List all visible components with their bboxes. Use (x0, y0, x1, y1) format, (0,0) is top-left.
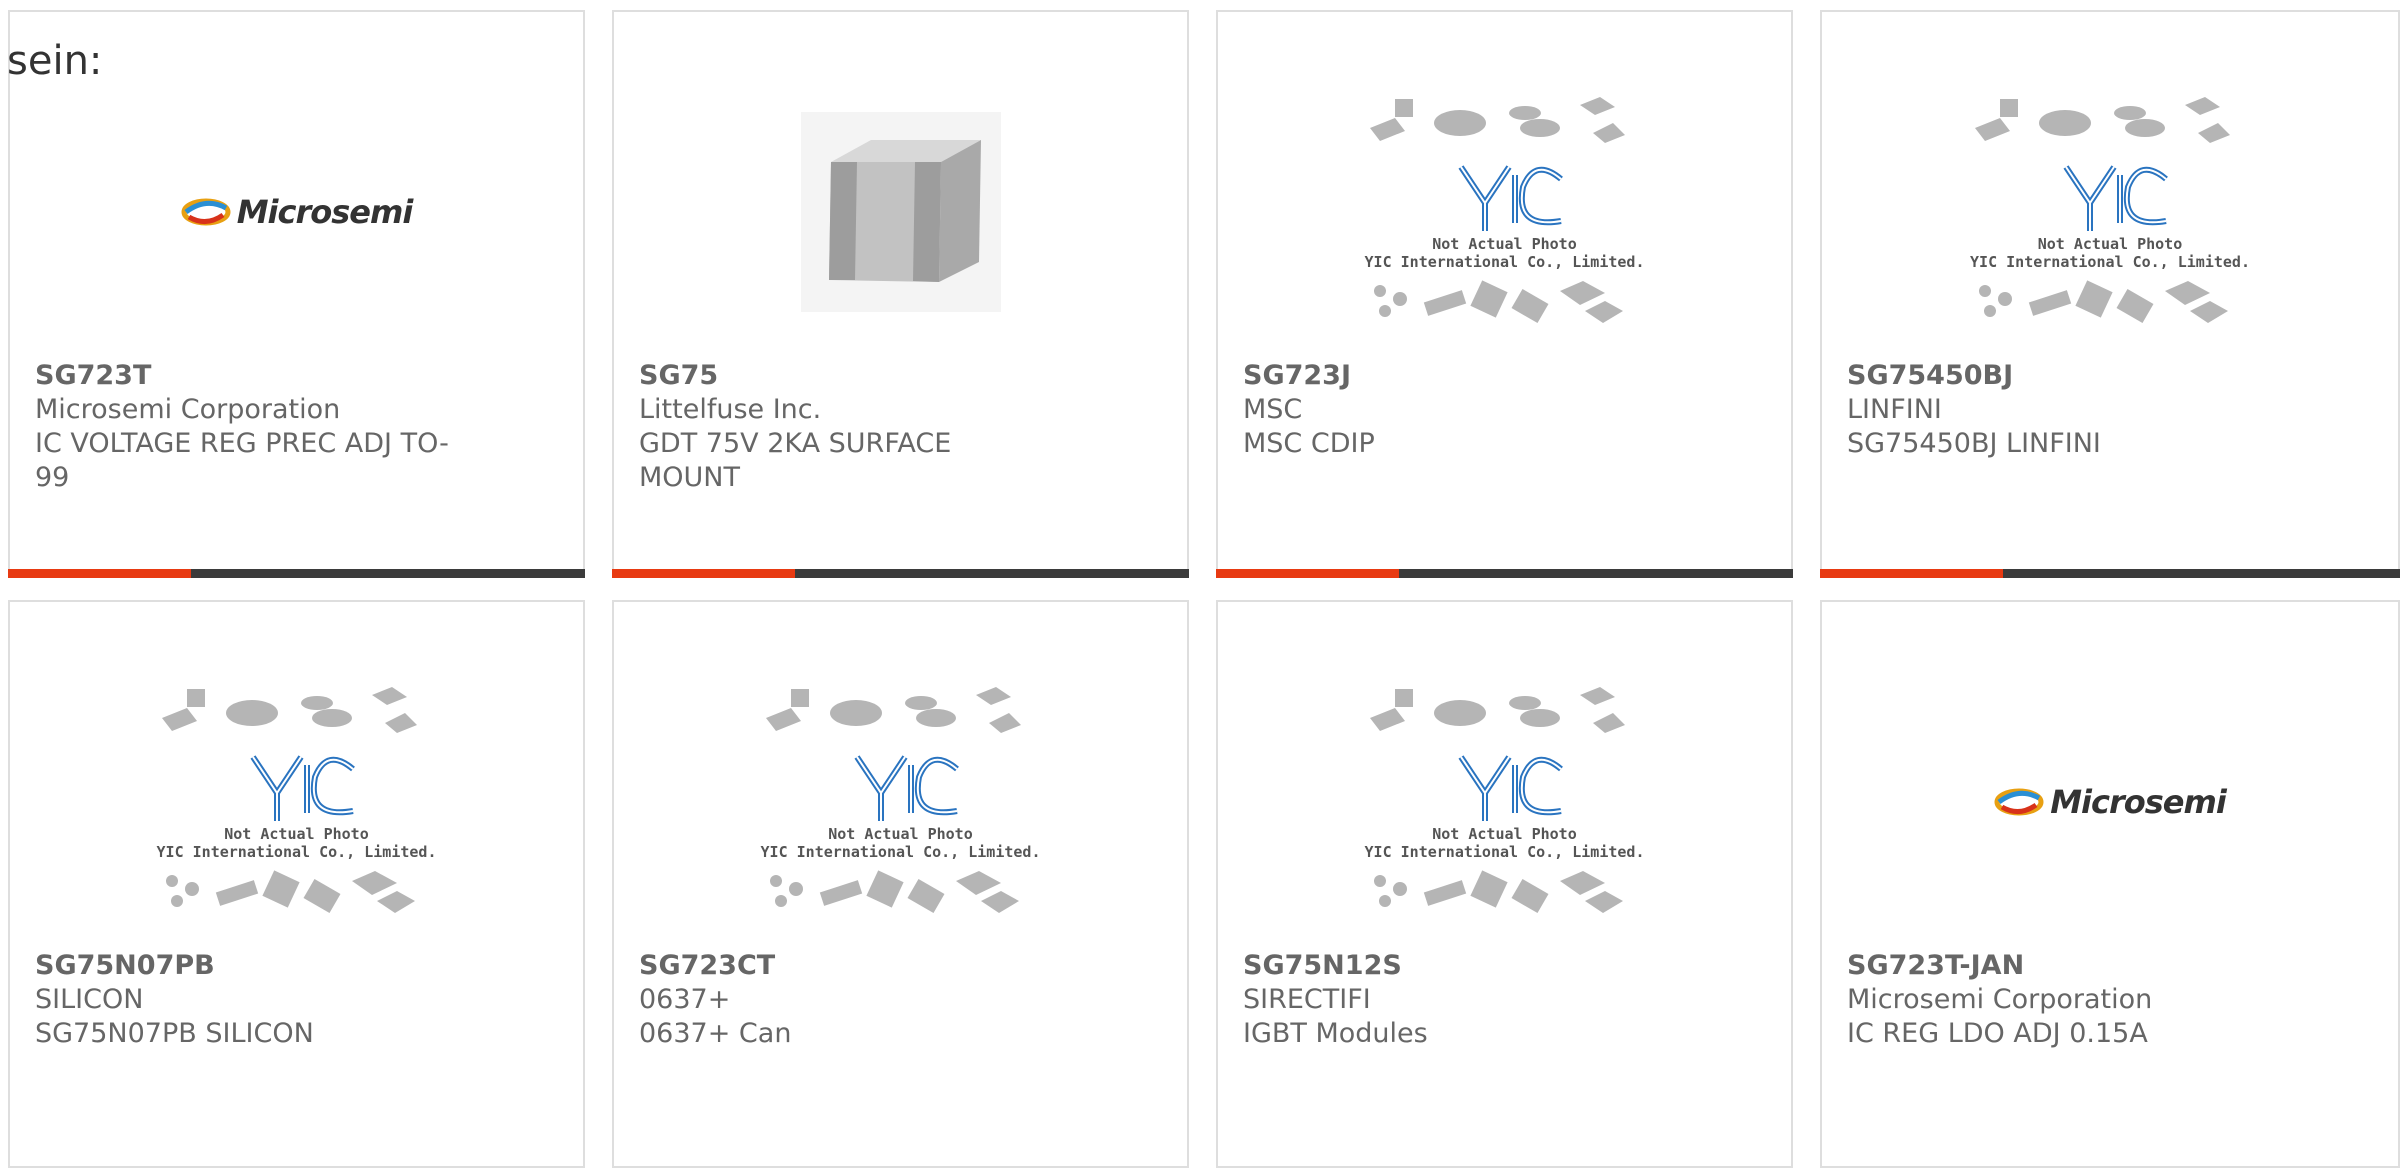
part-number[interactable]: SG75N12S (1243, 949, 1663, 983)
product-image[interactable]: Not Actual Photo YIC International Co., L… (1822, 72, 2398, 352)
manufacturer: SILICON (35, 984, 144, 1015)
product-image[interactable]: Not Actual Photo YIC International Co., L… (1218, 662, 1791, 942)
part-number[interactable]: SG723J (1243, 359, 1663, 393)
part-description: MSC CDIP (1243, 428, 1375, 459)
part-description: 0637+ Can (639, 1018, 792, 1049)
part-description: IC REG LDO ADJ 0.15A (1847, 1018, 2148, 1049)
manufacturer: Microsemi Corporation (1847, 984, 2153, 1015)
part-number[interactable]: SG723T (35, 359, 455, 393)
product-image[interactable]: Microsemi (10, 72, 583, 352)
manufacturer: 0637+ (639, 984, 731, 1015)
part-description: SG75450BJ LINFINI (1847, 428, 2101, 459)
microsemi-logo: Microsemi (1994, 783, 2227, 821)
card-underline (612, 569, 1189, 578)
card-underline (1820, 569, 2400, 578)
card-underline (1216, 569, 1793, 578)
gdt-component-icon (800, 112, 1001, 312)
part-number[interactable]: SG75450BJ (1847, 359, 2267, 393)
product-card[interactable]: SG75 Littelfuse Inc. GDT 75V 2KA SURFACE… (612, 10, 1189, 578)
product-card[interactable]: Not Actual Photo YIC International Co., L… (1820, 10, 2400, 578)
product-card[interactable]: Not Actual Photo YIC International Co., L… (8, 600, 585, 1168)
product-image[interactable] (614, 72, 1187, 352)
yic-placeholder-image: Not Actual Photo YIC International Co., L… (157, 683, 436, 921)
yic-placeholder-image: Not Actual Photo YIC International Co., L… (1365, 93, 1644, 331)
product-image[interactable]: Not Actual Photo YIC International Co., L… (10, 662, 583, 942)
product-image[interactable]: Microsemi (1822, 662, 2398, 942)
card-underline (8, 569, 585, 578)
product-card[interactable]: Not Actual Photo YIC International Co., L… (612, 600, 1189, 1168)
yic-placeholder-image: Not Actual Photo YIC International Co., L… (761, 683, 1040, 921)
manufacturer: LINFINI (1847, 394, 1942, 425)
product-grid: Microsemi SG723T Microsemi Corporation I… (0, 0, 2400, 1168)
part-number[interactable]: SG75 (639, 359, 1059, 393)
yic-placeholder-image: Not Actual Photo YIC International Co., L… (1970, 93, 2250, 331)
product-image[interactable]: Not Actual Photo YIC International Co., L… (1218, 72, 1791, 352)
yic-placeholder-image: Not Actual Photo YIC International Co., L… (1365, 683, 1644, 921)
part-number[interactable]: SG723T-JAN (1847, 949, 2267, 983)
product-image[interactable]: Not Actual Photo YIC International Co., L… (614, 662, 1187, 942)
manufacturer: Microsemi Corporation (35, 394, 341, 425)
product-card[interactable]: Not Actual Photo YIC International Co., L… (1216, 600, 1793, 1168)
part-number[interactable]: SG723CT (639, 949, 1059, 983)
part-description: IC VOLTAGE REG PREC ADJ TO-99 (35, 428, 449, 493)
part-description: IGBT Modules (1243, 1018, 1428, 1049)
product-card[interactable]: Microsemi SG723T-JAN Microsemi Corporati… (1820, 600, 2400, 1168)
product-card[interactable]: Microsemi SG723T Microsemi Corporation I… (8, 10, 585, 578)
manufacturer: SIRECTIFI (1243, 984, 1371, 1015)
manufacturer: Littelfuse Inc. (639, 394, 822, 425)
microsemi-logo: Microsemi (181, 193, 413, 231)
intro-text: sein: (7, 38, 103, 84)
part-number[interactable]: SG75N07PB (35, 949, 455, 983)
part-description: GDT 75V 2KA SURFACE MOUNT (639, 428, 952, 493)
product-card[interactable]: Not Actual Photo YIC International Co., L… (1216, 10, 1793, 578)
manufacturer: MSC (1243, 394, 1303, 425)
part-description: SG75N07PB SILICON (35, 1018, 314, 1049)
